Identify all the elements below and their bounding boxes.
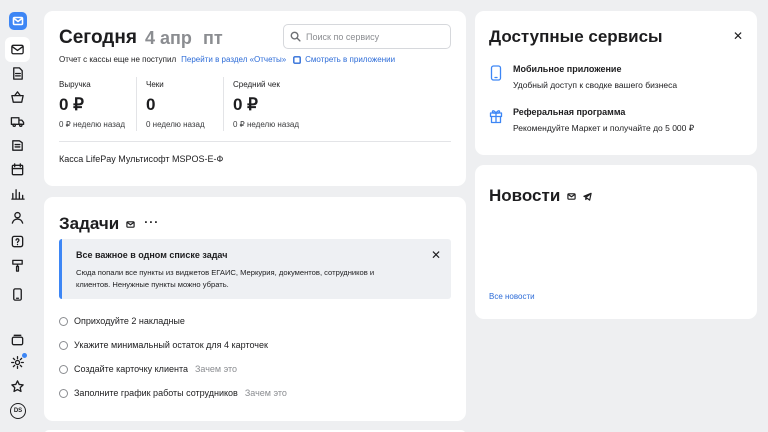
services-card: Доступные сервисы ✕ Мобильное приложение… — [475, 11, 757, 155]
calendar-icon[interactable] — [5, 157, 30, 182]
news-header: Новости — [489, 186, 592, 206]
service-title: Мобильное приложение — [513, 64, 622, 74]
why-link[interactable]: Зачем это — [245, 388, 287, 398]
close-icon[interactable]: ✕ — [431, 249, 441, 261]
report-status: Отчет с кассы еще не поступил Перейти в … — [59, 55, 395, 64]
today-date: 4 апр — [145, 28, 192, 48]
more-menu-button[interactable]: ··· — [144, 216, 159, 230]
store-icon[interactable] — [5, 327, 30, 352]
kassa-name[interactable]: Касса LifePay Мультисофт MSPOS-E-Ф — [59, 154, 223, 164]
metric-value: 0 — [146, 95, 156, 114]
task-item[interactable]: Заполните график работы сотрудников Заче… — [59, 388, 287, 398]
reports-link[interactable]: Перейти в раздел «Отчеты» — [181, 55, 286, 64]
gift-icon — [489, 110, 503, 124]
mail-icon[interactable] — [567, 192, 576, 201]
sidebar: DS — [0, 0, 36, 432]
why-link[interactable]: Зачем это — [195, 364, 237, 374]
app-link[interactable]: Смотреть в приложении — [293, 55, 395, 64]
metric-sub: 0 ₽ неделю назад — [59, 120, 125, 129]
gear-icon[interactable] — [5, 350, 30, 375]
services-title: Доступные сервисы — [489, 27, 663, 46]
news-title: Новости — [489, 186, 561, 205]
basket-icon[interactable] — [5, 85, 30, 110]
task-radio[interactable] — [59, 364, 68, 374]
help-icon[interactable] — [5, 229, 30, 254]
app-logo-icon[interactable] — [9, 12, 27, 30]
telegram-icon[interactable] — [583, 192, 592, 201]
truck-icon[interactable] — [5, 109, 30, 134]
task-item[interactable]: Укажите минимальный остаток для 4 карточ… — [59, 340, 268, 350]
brush-icon[interactable] — [5, 253, 30, 278]
search-icon — [290, 31, 301, 42]
close-icon[interactable]: ✕ — [733, 30, 743, 42]
today-card: Сегодня 4 апр пт Отчет с кассы еще не по… — [44, 11, 466, 186]
news-card: Новости Все новости — [475, 165, 757, 319]
notice-text: Сюда попали все пункты из виджетов ЕГАИС… — [76, 268, 375, 289]
metric-average-check: Средний чек 0 ₽ 0 ₽ неделю назад — [233, 80, 299, 132]
metric-label: Средний чек — [233, 80, 280, 89]
service-mobile-app[interactable]: Мобильное приложение Удобный доступ к св… — [489, 64, 677, 90]
star-icon[interactable] — [5, 374, 30, 399]
chart-icon[interactable] — [5, 181, 30, 206]
tasks-card: Задачи ··· Все важное в одном списке зад… — [44, 197, 466, 421]
user-icon[interactable] — [5, 205, 30, 230]
task-item[interactable]: Создайте карточку клиента Зачем это — [59, 364, 237, 374]
task-text: Создайте карточку клиента — [74, 364, 188, 374]
divider — [136, 77, 137, 131]
task-radio[interactable] — [59, 316, 68, 326]
book-icon[interactable] — [5, 133, 30, 158]
service-desc: Рекомендуйте Маркет и получайте до 5 000… — [513, 123, 695, 133]
notification-dot — [22, 353, 27, 358]
metric-sub: 0 неделю назад — [146, 120, 205, 129]
divider — [59, 141, 451, 142]
metric-value: 0 ₽ — [233, 95, 258, 114]
tasks-title: Задачи — [59, 214, 120, 233]
all-news-link[interactable]: Все новости — [489, 292, 535, 301]
today-weekday: пт — [203, 28, 223, 48]
task-text: Укажите минимальный остаток для 4 карточ… — [74, 340, 268, 350]
metric-sub: 0 ₽ неделю назад — [233, 120, 299, 129]
search-box[interactable] — [283, 24, 451, 49]
page-title: Сегодня — [59, 27, 137, 48]
metric-label: Выручка — [59, 80, 91, 89]
metric-value: 0 ₽ — [59, 95, 84, 114]
task-text: Оприходуйте 2 накладные — [74, 316, 185, 326]
service-referral[interactable]: Реферальная программа Рекомендуйте Марке… — [489, 107, 694, 134]
metric-label: Чеки — [146, 80, 164, 89]
tasks-notice: Все важное в одном списке задач Сюда поп… — [59, 239, 451, 299]
app-link-label: Смотреть в приложении — [305, 55, 396, 64]
document-icon[interactable] — [5, 61, 30, 86]
external-link-icon — [293, 55, 302, 64]
mail-icon[interactable] — [126, 220, 135, 229]
report-text: Отчет с кассы еще не поступил — [59, 55, 177, 64]
tablet-icon[interactable] — [5, 282, 30, 307]
metric-revenue: Выручка 0 ₽ 0 ₽ неделю назад — [59, 80, 125, 132]
task-radio[interactable] — [59, 340, 68, 350]
notice-title: Все важное в одном списке задач — [76, 250, 228, 260]
mail-icon[interactable] — [5, 37, 30, 62]
phone-icon — [490, 65, 502, 81]
divider — [223, 77, 224, 131]
metric-checks: Чеки 0 0 неделю назад — [146, 80, 205, 132]
task-radio[interactable] — [59, 388, 68, 398]
search-input[interactable] — [306, 31, 446, 42]
task-text: Заполните график работы сотрудников — [74, 388, 238, 398]
service-title: Реферальная программа — [513, 107, 626, 117]
tasks-header: Задачи ··· — [59, 214, 159, 234]
task-item[interactable]: Оприходуйте 2 накладные — [59, 316, 185, 326]
avatar[interactable]: DS — [10, 403, 26, 419]
service-desc: Удобный доступ к сводке вашего бизнеса — [513, 80, 678, 90]
